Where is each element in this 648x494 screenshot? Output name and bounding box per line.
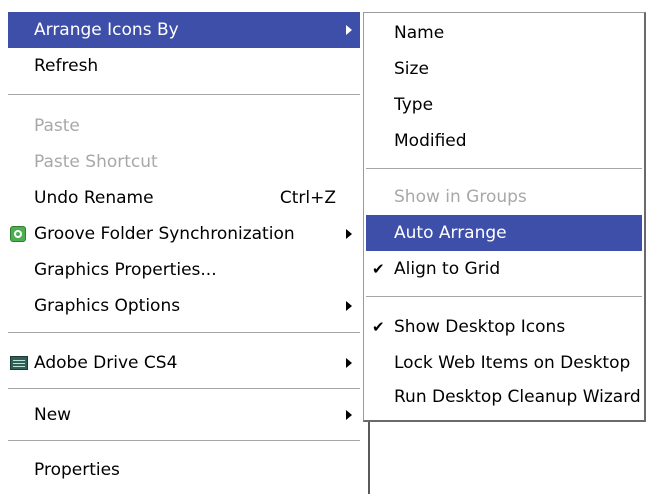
submenu-arrow-icon (346, 25, 352, 35)
menu-item-label: Graphics Properties... (34, 260, 217, 280)
submenu-item-name[interactable]: Name (366, 15, 642, 51)
submenu-item-auto-arrange[interactable]: Auto Arrange (366, 215, 642, 251)
submenu-item-label: Modified (394, 131, 467, 151)
menu-item-label: Properties (34, 460, 120, 480)
menu-item-graphics-options[interactable]: Graphics Options (8, 288, 360, 324)
menu-item-paste-shortcut: Paste Shortcut (8, 144, 360, 180)
menu-item-label: Adobe Drive CS4 (34, 353, 178, 373)
submenu-item-show-desktop-icons[interactable]: ✔ Show Desktop Icons (366, 309, 642, 345)
submenu-item-size[interactable]: Size (366, 51, 642, 87)
menu-item-label: Paste Shortcut (34, 152, 158, 172)
menu-item-label: New (34, 405, 72, 425)
submenu-item-type[interactable]: Type (366, 87, 642, 123)
menu-item-graphics-properties[interactable]: Graphics Properties... (8, 252, 360, 288)
submenu-item-label: Type (394, 95, 434, 115)
menu-item-label: Graphics Options (34, 296, 181, 316)
menu-item-new[interactable]: New (8, 397, 360, 433)
menu-separator (8, 440, 360, 442)
menu-separator (8, 94, 360, 96)
submenu-arrow-icon (346, 301, 352, 311)
menu-separator (8, 388, 360, 390)
adobe-drive-icon (10, 356, 28, 370)
menu-item-adobe-drive[interactable]: Adobe Drive CS4 (8, 345, 360, 381)
menu-separator (8, 332, 360, 334)
menu-item-refresh[interactable]: Refresh (8, 48, 360, 84)
menu-item-groove-folder-sync[interactable]: Groove Folder Synchronization (8, 216, 360, 252)
menu-item-label: Arrange Icons By (34, 20, 179, 40)
submenu-item-label: Lock Web Items on Desktop (394, 353, 631, 373)
desktop-context-menu-screen: Arrange Icons By Refresh Paste Paste Sho… (0, 0, 648, 494)
submenu-item-label: Show in Groups (394, 187, 527, 207)
submenu-item-modified[interactable]: Modified (366, 123, 642, 159)
menu-item-paste: Paste (8, 108, 360, 144)
menu-item-label: Groove Folder Synchronization (34, 224, 295, 244)
submenu-item-show-in-groups: Show in Groups (366, 179, 642, 215)
submenu-item-label: Name (394, 23, 445, 43)
submenu-arrow-icon (346, 358, 352, 368)
menu-item-label: Refresh (34, 56, 99, 76)
submenu-item-label: Align to Grid (394, 259, 501, 279)
submenu-item-label: Size (394, 59, 429, 79)
submenu-item-label: Run Desktop Cleanup Wizard (394, 387, 641, 407)
submenu-item-label: Show Desktop Icons (394, 317, 566, 337)
menu-item-shortcut: Ctrl+Z (279, 188, 336, 208)
menu-item-arrange-icons-by[interactable]: Arrange Icons By (8, 12, 360, 48)
submenu-arrow-icon (346, 229, 352, 239)
submenu-item-align-to-grid[interactable]: ✔ Align to Grid (366, 251, 642, 287)
menu-item-properties[interactable]: Properties (8, 452, 360, 488)
menu-item-label: Paste (34, 116, 80, 136)
submenu-item-desktop-cleanup-wizard[interactable]: Run Desktop Cleanup Wizard (366, 379, 642, 415)
submenu-item-lock-web-items[interactable]: Lock Web Items on Desktop (366, 345, 642, 381)
menu-item-label: Undo Rename (34, 188, 154, 208)
menu-item-undo-rename[interactable]: Undo Rename Ctrl+Z (8, 180, 360, 216)
submenu-arrow-icon (346, 410, 352, 420)
menu-separator (366, 168, 642, 170)
submenu-item-label: Auto Arrange (394, 223, 507, 243)
groove-icon (10, 226, 26, 242)
arrange-icons-submenu: Name Size Type Modified Show in Groups A… (363, 12, 646, 422)
menu-separator (366, 296, 642, 298)
checkmark-icon: ✔ (372, 260, 385, 278)
checkmark-icon: ✔ (372, 318, 385, 336)
desktop-context-menu: Arrange Icons By Refresh Paste Paste Sho… (0, 12, 370, 494)
